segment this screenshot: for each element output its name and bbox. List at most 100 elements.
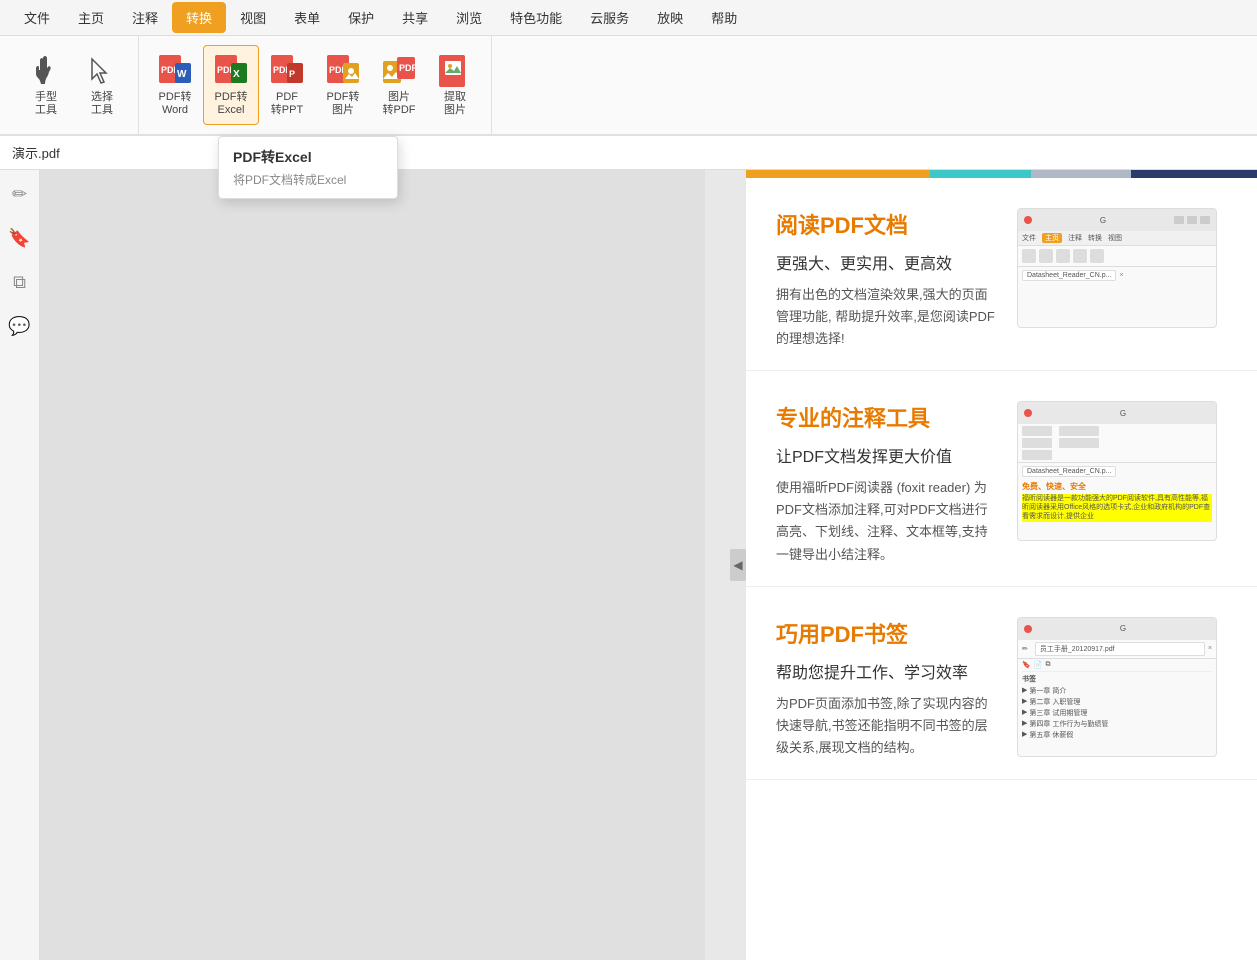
select-tool-label: 选择工具 bbox=[91, 91, 113, 117]
sidebar-comment-icon[interactable]: 💬 bbox=[6, 312, 34, 340]
menu-bar: 文件 主页 注释 转换 视图 表单 保护 共享 浏览 特色功能 云服务 放映 帮… bbox=[0, 0, 1257, 36]
mini-bm-tools: 🔖 📄 ⧉ bbox=[1022, 661, 1212, 672]
pdf-to-excel-dropdown: PDF转Excel 将PDF文档转成Excel bbox=[218, 136, 398, 199]
bm-item-5: ▶第五章 休薪假 bbox=[1022, 730, 1212, 740]
pdf-to-word-label: PDF转Word bbox=[159, 91, 192, 117]
bm-arrow-1: ▶ bbox=[1022, 686, 1027, 696]
mini-b2 bbox=[1059, 438, 1099, 448]
mini-tab-2: Datasheet_Reader_CN.p... bbox=[1022, 466, 1116, 477]
svg-text:X: X bbox=[233, 69, 240, 80]
mini-tb-1 bbox=[1022, 249, 1036, 263]
menu-features[interactable]: 特色功能 bbox=[496, 2, 576, 33]
mini-app-annotate: G Datasheet_Reade bbox=[1017, 401, 1217, 541]
pdf-to-ppt-label: PDF转PPT bbox=[271, 91, 303, 117]
top-bar-gray bbox=[1031, 170, 1132, 178]
bm-arrow-3: ▶ bbox=[1022, 708, 1027, 718]
mini-tools-col bbox=[1022, 426, 1052, 460]
bm-item-3: ▶第三章 试用期管理 bbox=[1022, 708, 1212, 718]
menu-form[interactable]: 表单 bbox=[280, 2, 334, 33]
mini-menu-view: 视图 bbox=[1108, 233, 1122, 243]
mini-close-2 bbox=[1024, 409, 1032, 417]
menu-slideshow[interactable]: 放映 bbox=[643, 2, 697, 33]
file-path-input[interactable]: 演示.pdf bbox=[12, 145, 212, 160]
mini-tab-close: × bbox=[1119, 272, 1123, 279]
pdf-to-image-button[interactable]: PDF PDF转图片 bbox=[315, 45, 371, 125]
menu-protect[interactable]: 保护 bbox=[334, 2, 388, 33]
menu-share[interactable]: 共享 bbox=[388, 2, 442, 33]
collapse-panel-button[interactable]: ◀ bbox=[730, 549, 746, 581]
mini-menu-annotate: 注释 bbox=[1068, 233, 1082, 243]
pdf-section-read-subtitle: 更强大、更实用、更高效 bbox=[776, 250, 997, 274]
mini-app-title: G bbox=[1036, 216, 1170, 225]
sidebar-pages-icon[interactable]: ⧉ bbox=[6, 268, 34, 296]
pdf-to-image-icon: PDF bbox=[325, 53, 361, 89]
top-bar-teal bbox=[930, 170, 1031, 178]
menu-home[interactable]: 主页 bbox=[64, 2, 118, 33]
menu-cloud[interactable]: 云服务 bbox=[576, 2, 643, 33]
bm-arrow-2: ▶ bbox=[1022, 697, 1027, 707]
mini-edit-icon: ✏ bbox=[1022, 645, 1028, 653]
mini-free-fast: 免费、快速、安全 bbox=[1022, 481, 1212, 492]
mini-bm-label: 书签 bbox=[1022, 674, 1212, 684]
hand-tool-button[interactable]: 手型工具 bbox=[18, 45, 74, 125]
pdf-to-ppt-button[interactable]: PDF P PDF转PPT bbox=[259, 45, 315, 125]
pdf-section-bookmark-subtitle: 帮助您提升工作、学习效率 bbox=[776, 659, 997, 683]
sidebar-edit-icon[interactable]: ✏ bbox=[6, 180, 34, 208]
bm-text-5: 第五章 休薪假 bbox=[1029, 730, 1073, 740]
pdf-to-excel-button[interactable]: PDF X PDF转Excel bbox=[203, 45, 259, 125]
sidebar-bookmark-icon[interactable]: 🔖 bbox=[6, 224, 34, 252]
pdf-to-word-button[interactable]: PDF → W PDF转Word bbox=[147, 45, 203, 125]
bm-arrow-5: ▶ bbox=[1022, 730, 1027, 740]
mini-close-dot bbox=[1024, 216, 1032, 224]
hand-icon bbox=[28, 53, 64, 89]
menu-view[interactable]: 视图 bbox=[226, 2, 280, 33]
pdf-section-bookmark-image: G ✏ 员工手册_20120917.pdf × 🔖 📄 ⧉ 书签 bbox=[1017, 617, 1227, 757]
mini-menu-file: 文件 bbox=[1022, 233, 1036, 243]
pdf-section-annotate-image: G Datasheet_Reade bbox=[1017, 401, 1227, 541]
pdf-to-ppt-icon: PDF P bbox=[269, 53, 305, 89]
bm-text-4: 第四章 工作行为与勤绩管 bbox=[1029, 719, 1108, 729]
menu-file[interactable]: 文件 bbox=[10, 2, 64, 33]
mini-title-2: G bbox=[1036, 409, 1210, 418]
extract-image-button[interactable]: 提取图片 bbox=[427, 45, 483, 125]
svg-text:W: W bbox=[177, 69, 187, 80]
mini-btns-col bbox=[1059, 426, 1099, 460]
pdf-section-read-image: G 文件 主页 注释 转换 视图 bbox=[1017, 208, 1227, 328]
file-bar: 演示.pdf bbox=[0, 136, 1257, 170]
mini-menu-convert: 转换 bbox=[1088, 233, 1102, 243]
pdf-to-excel-icon: PDF X bbox=[213, 53, 249, 89]
mini-close-tab-3: × bbox=[1208, 645, 1212, 652]
bm-item-2: ▶第二章 入职管理 bbox=[1022, 697, 1212, 707]
mini-menu-bar: 文件 主页 注释 转换 视图 bbox=[1018, 231, 1216, 246]
tool-group-main: 手型工具 选择工具 bbox=[10, 36, 139, 134]
menu-annotate[interactable]: 注释 bbox=[118, 2, 172, 33]
menu-convert[interactable]: 转换 bbox=[172, 2, 226, 33]
mini-bookmark-list: ▶第一章 简介 ▶第二章 入职管理 ▶第三章 试用期管理 ▶第四章 工作行为与勤… bbox=[1022, 686, 1212, 740]
mini-controls bbox=[1174, 216, 1210, 224]
mini-bm-t1: 🔖 bbox=[1022, 661, 1031, 669]
hand-tool-label: 手型工具 bbox=[35, 91, 57, 117]
mini-b1 bbox=[1059, 426, 1099, 436]
mini-close-3 bbox=[1024, 625, 1032, 633]
pdf-section-read-title: 阅读PDF文档 bbox=[776, 208, 997, 240]
pdf-to-image-label: PDF转图片 bbox=[327, 91, 360, 117]
pdf-section-read-text: 阅读PDF文档 更强大、更实用、更高效 拥有出色的文档渲染效果,强大的页面管理功… bbox=[776, 208, 997, 350]
menu-help[interactable]: 帮助 bbox=[697, 2, 751, 33]
pdf-section-read: 阅读PDF文档 更强大、更实用、更高效 拥有出色的文档渲染效果,强大的页面管理功… bbox=[746, 178, 1257, 371]
mini-filetab: Datasheet_Reader_CN.p... × bbox=[1018, 267, 1216, 284]
pdf-section-annotate-title: 专业的注释工具 bbox=[776, 401, 997, 433]
menu-browse[interactable]: 浏览 bbox=[442, 2, 496, 33]
bm-arrow-4: ▶ bbox=[1022, 719, 1027, 729]
image-to-pdf-button[interactable]: PDF 图片转PDF bbox=[371, 45, 427, 125]
mini-menu-active: 主页 bbox=[1042, 233, 1062, 243]
pdf-section-read-desc: 拥有出色的文档渲染效果,强大的页面管理功能, 帮助提升效率,是您阅读PDF的理想… bbox=[776, 284, 997, 350]
mini-tb-3 bbox=[1056, 249, 1070, 263]
pdf-section-bookmark: 巧用PDF书签 帮助您提升工作、学习效率 为PDF页面添加书签,除了实现内容的快… bbox=[746, 587, 1257, 780]
pdf-section-annotate-text: 专业的注释工具 让PDF文档发挥更大价值 使用福昕PDF阅读器 (foxit r… bbox=[776, 401, 997, 565]
mini-toolbar-3: ✏ 员工手册_20120917.pdf × bbox=[1018, 640, 1216, 659]
mini-app-bookmark: G ✏ 员工手册_20120917.pdf × 🔖 📄 ⧉ 书签 bbox=[1017, 617, 1217, 757]
extract-image-label: 提取图片 bbox=[444, 91, 466, 117]
bm-item-1: ▶第一章 简介 bbox=[1022, 686, 1212, 696]
select-tool-button[interactable]: 选择工具 bbox=[74, 45, 130, 125]
svg-text:PDF: PDF bbox=[399, 63, 417, 73]
